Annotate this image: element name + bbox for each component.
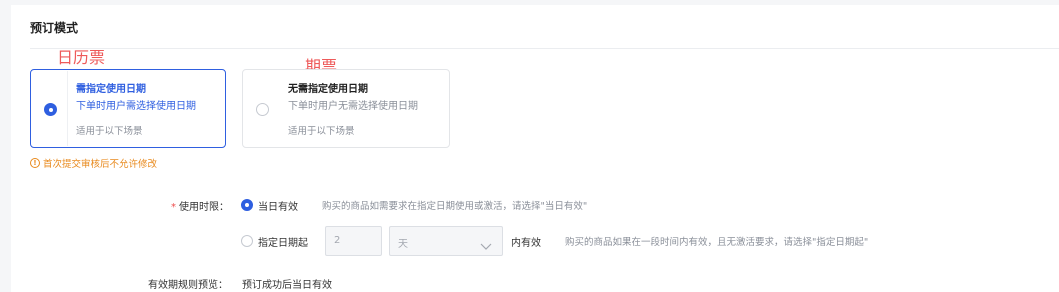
days-input[interactable]: 2 — [325, 226, 382, 256]
warning-text: 首次提交审核后不允许修改 — [43, 159, 158, 170]
validity-preview-value: 预订成功后当日有效 — [242, 280, 332, 291]
same-day-radio[interactable] — [241, 199, 253, 211]
same-day-label[interactable]: 当日有效 — [258, 198, 298, 213]
card-title: 需指定使用日期 — [76, 84, 146, 95]
unit-select[interactable]: 天 — [389, 226, 503, 256]
card-divider — [67, 71, 68, 146]
warning-message: ! 首次提交审核后不允许修改 — [30, 156, 157, 170]
card-title: 无需指定使用日期 — [288, 84, 368, 95]
from-date-label[interactable]: 指定日期起 — [258, 234, 308, 249]
usage-limit-label-text: 使用时限： — [179, 202, 229, 213]
usage-limit-label: * 使用时限： — [171, 198, 229, 213]
booking-card-specified-date[interactable]: 需指定使用日期 下单时用户需选择使用日期 适用于以下场景 — [30, 69, 226, 148]
section-divider — [30, 48, 1059, 49]
radio-icon[interactable] — [44, 103, 57, 116]
from-date-radio[interactable] — [241, 235, 253, 247]
info-circle-icon: ! — [30, 158, 40, 168]
card-scene-link[interactable]: 适用于以下场景 — [288, 123, 355, 137]
card-description: 下单时用户需选择使用日期 — [76, 101, 196, 112]
booking-card-no-date[interactable]: 无需指定使用日期 下单时用户无需选择使用日期 适用于以下场景 — [242, 69, 450, 148]
valid-within-label: 内有效 — [511, 238, 541, 249]
chevron-down-icon — [480, 236, 492, 255]
validity-preview-label: 有效期规则预览： — [148, 280, 228, 291]
annotation-calendar-ticket: 日历票 — [57, 48, 106, 67]
from-date-hint: 购买的商品如果在一段时间内有效，且无激活要求，请选择"指定日期起" — [565, 237, 869, 248]
section-title: 预订模式 — [30, 21, 79, 35]
card-description: 下单时用户无需选择使用日期 — [288, 101, 418, 112]
required-mark: * — [171, 202, 176, 213]
same-day-hint: 购买的商品如需要求在指定日期使用或激活，请选择"当日有效" — [322, 201, 588, 212]
radio-icon[interactable] — [256, 103, 269, 116]
unit-select-value: 天 — [398, 239, 408, 250]
card-scene-link[interactable]: 适用于以下场景 — [76, 123, 143, 137]
